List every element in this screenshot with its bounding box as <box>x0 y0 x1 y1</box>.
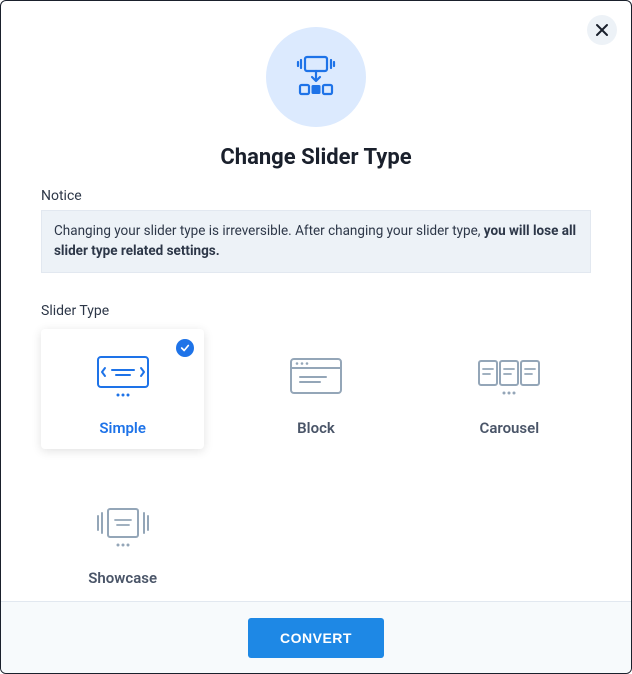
notice-text-a: Changing your slider type is irreversibl… <box>54 223 484 239</box>
option-block[interactable]: Block <box>234 329 397 449</box>
option-carousel-label: Carousel <box>480 419 540 437</box>
showcase-slider-icon <box>84 499 162 555</box>
slider-type-options: Simple Block <box>41 329 591 599</box>
modal-content: Change Slider Type Notice Changing your … <box>1 1 631 601</box>
option-carousel[interactable]: Carousel <box>428 329 591 449</box>
option-showcase-label: Showcase <box>88 569 157 587</box>
notice-label: Notice <box>41 188 591 204</box>
option-showcase[interactable]: Showcase <box>41 479 204 599</box>
option-simple[interactable]: Simple <box>41 329 204 449</box>
slider-type-label: Slider Type <box>41 303 591 319</box>
close-button[interactable] <box>587 15 617 45</box>
check-icon <box>180 338 190 357</box>
option-block-label: Block <box>297 419 335 437</box>
block-slider-icon <box>280 349 352 405</box>
close-icon <box>595 23 609 37</box>
modal-footer: CONVERT <box>1 601 631 673</box>
selected-indicator <box>176 339 194 357</box>
change-slider-type-modal: Change Slider Type Notice Changing your … <box>0 0 632 674</box>
modal-title: Change Slider Type <box>41 145 591 170</box>
carousel-slider-icon <box>470 349 548 405</box>
simple-slider-icon <box>87 349 159 405</box>
option-simple-label: Simple <box>99 419 146 437</box>
change-slider-type-icon <box>266 27 366 127</box>
notice-box: Changing your slider type is irreversibl… <box>41 210 591 273</box>
convert-button[interactable]: CONVERT <box>248 618 384 658</box>
